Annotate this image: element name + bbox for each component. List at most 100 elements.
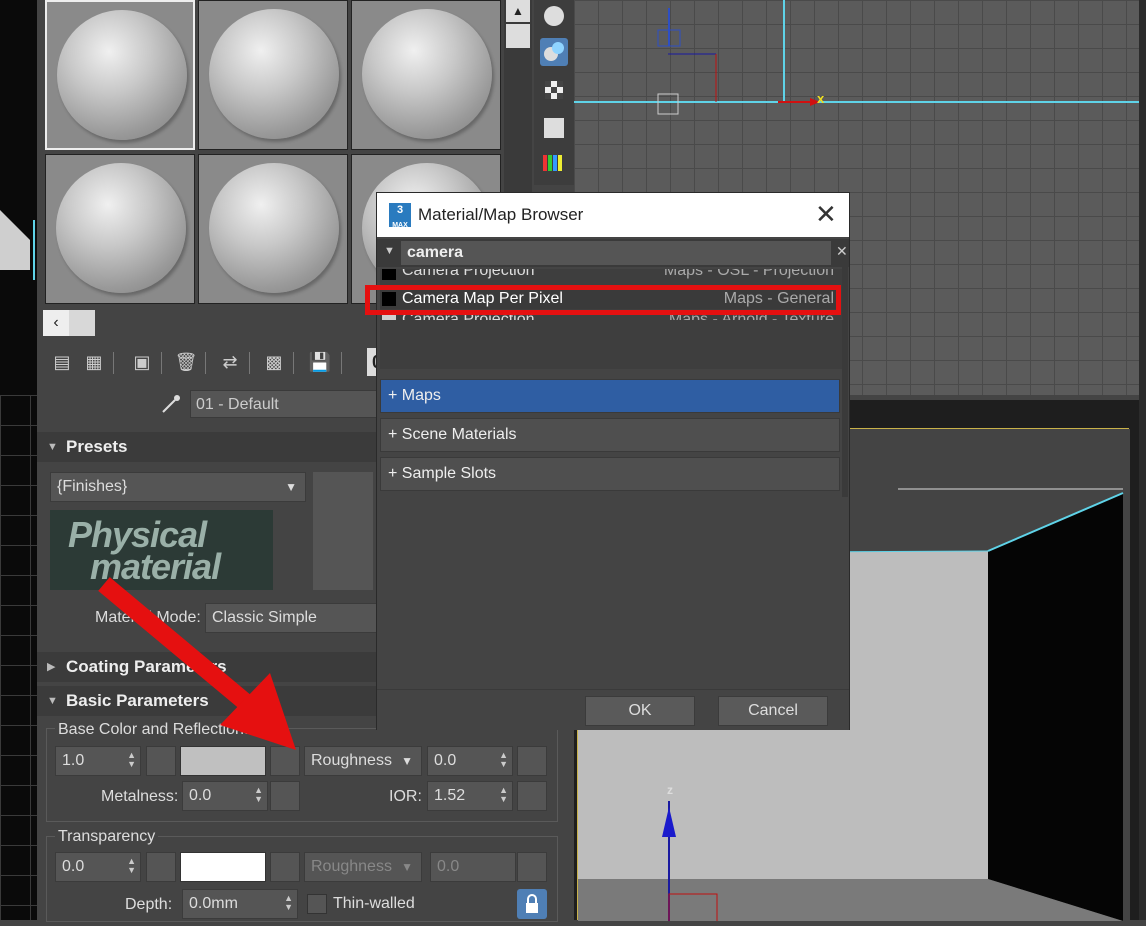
group-label: Transparency (55, 828, 159, 846)
spinner-value: 1.52 (434, 787, 466, 804)
scroll-up-icon[interactable]: ▲ (506, 0, 530, 22)
put-to-scene-icon[interactable]: ▦ (81, 348, 107, 376)
category-sample-slots[interactable]: + Sample Slots (380, 457, 840, 491)
options-dropdown-icon[interactable]: ▼ (384, 245, 395, 257)
spinner-arrows-icon: ▲ ▼ (499, 750, 508, 769)
sample-type-sphere-icon[interactable] (540, 2, 568, 30)
ior-map-button[interactable] (517, 781, 547, 811)
collapse-icon: ▼ (47, 441, 58, 453)
depth-label: Depth: (125, 896, 173, 913)
presets-dropdown[interactable]: {Finishes} ▼ (50, 472, 306, 502)
material-slot-4[interactable] (45, 154, 195, 304)
material-slot-5[interactable] (198, 154, 348, 304)
spinner-arrows-icon: ▲ ▼ (127, 856, 136, 875)
cancel-button[interactable]: Cancel (718, 696, 828, 726)
make-unique-icon[interactable]: ⇄ (217, 348, 243, 376)
search-results-list: Camera Projection Maps - OSL - Projectio… (380, 269, 842, 369)
toolbar-divider (249, 352, 250, 374)
get-material-icon[interactable]: ▤ (49, 348, 75, 376)
base-weight-map-button[interactable] (146, 746, 176, 776)
result-item[interactable]: Camera Projection Maps - OSL - Projectio… (380, 269, 838, 281)
transparency-weight-map-button[interactable] (146, 852, 176, 882)
dialog-footer: OK Cancel (377, 689, 849, 730)
spinner-value: 0.0 (189, 787, 212, 804)
clear-search-icon[interactable]: ✕ (836, 243, 848, 260)
scroll-left-icon[interactable]: ‹ (43, 310, 69, 336)
collapse-icon: ▼ (47, 695, 58, 707)
lock-icon[interactable] (517, 889, 547, 919)
sample-tools (534, 0, 574, 185)
depth-spinner[interactable]: 0.0mm ▲ ▼ (182, 889, 298, 919)
transparency-roughness-map-button[interactable] (517, 852, 547, 882)
transparency-weight-spinner[interactable]: 0.0 ▲ ▼ (55, 852, 141, 882)
ior-label: IOR: (389, 788, 422, 805)
base-color-swatch[interactable] (180, 746, 266, 776)
transparency-roughness-spinner[interactable]: 0.0 (430, 852, 516, 882)
material-mode-label: Material Mode: (95, 609, 201, 626)
result-category: Maps - OSL - Projection (663, 269, 834, 279)
map-swatch (382, 269, 396, 280)
spinner-value: 0.0 (434, 752, 457, 769)
save-material-icon[interactable]: 💾 (307, 348, 333, 376)
category-scene-materials[interactable]: + Scene Materials (380, 418, 840, 452)
eyedropper-icon[interactable] (159, 392, 183, 416)
toolbar-divider (293, 352, 294, 374)
backlight-icon[interactable] (540, 38, 568, 66)
roughness-mode-dropdown[interactable]: Roughness ▼ (304, 746, 422, 776)
material-sphere (209, 9, 339, 139)
preset-preview (313, 472, 373, 590)
physical-material-logo: Physical material (50, 510, 273, 590)
metalness-spinner[interactable]: 0.0 ▲ ▼ (182, 781, 268, 811)
dialog-title: Material/Map Browser (418, 205, 584, 224)
dialog-titlebar[interactable]: 3 MAX Material/Map Browser ✕ (377, 193, 849, 237)
material-slot-2[interactable] (198, 0, 348, 150)
result-name: Camera Projection (402, 269, 535, 279)
delete-icon[interactable]: 🗑 (173, 348, 199, 376)
metalness-map-button[interactable] (270, 781, 300, 811)
close-icon[interactable]: ✕ (815, 201, 837, 227)
highlight-box (365, 285, 841, 315)
toolbar-divider (113, 352, 114, 374)
rollout-title: Basic Parameters (66, 691, 209, 710)
spinner-arrows-icon: ▲ ▼ (499, 785, 508, 804)
material-slot-1[interactable] (45, 0, 195, 150)
toolbar-divider (205, 352, 206, 374)
material-sphere (57, 10, 187, 140)
left-viewport[interactable] (0, 0, 37, 920)
transparency-color-swatch[interactable] (180, 852, 266, 882)
spinner-value: 0.0 (437, 858, 460, 875)
dialog-scrollbar[interactable] (842, 267, 848, 497)
spinner-value: 0.0 (62, 858, 85, 875)
video-color-check-icon[interactable] (540, 150, 568, 178)
search-input[interactable]: camera (401, 241, 831, 265)
category-maps[interactable]: + Maps (380, 379, 840, 413)
viewport-object (0, 210, 35, 280)
toolbar-divider (161, 352, 162, 374)
z-axis-label: z (667, 783, 673, 797)
background-checker-icon[interactable] (540, 76, 568, 104)
transparency-roughness-dropdown[interactable]: Roughness ▼ (304, 852, 422, 882)
material-id-icon[interactable]: ▩ (261, 348, 287, 376)
spinner-value: 0.0mm (189, 895, 238, 912)
base-color-map-button[interactable] (270, 746, 300, 776)
ok-button[interactable]: OK (585, 696, 695, 726)
roughness-map-button[interactable] (517, 746, 547, 776)
material-slot-3[interactable] (351, 0, 501, 150)
rollout-title: Presets (66, 437, 128, 456)
spinner-value: 1.0 (62, 752, 85, 769)
sample-uv-tiling-icon[interactable] (540, 114, 568, 142)
dropdown-value: {Finishes} (57, 478, 128, 495)
roughness-spinner[interactable]: 0.0 ▲ ▼ (427, 746, 513, 776)
material-mode-dropdown[interactable]: Classic Simple (205, 603, 405, 633)
material-sphere (362, 9, 492, 139)
dropdown-value: Roughness (311, 858, 392, 875)
search-row: ▼ camera ✕ (377, 239, 849, 267)
ior-spinner[interactable]: 1.52 ▲ ▼ (427, 781, 513, 811)
base-weight-spinner[interactable]: 1.0 ▲ ▼ (55, 746, 141, 776)
assign-material-icon[interactable]: ▣ (129, 348, 155, 376)
group-label: Base Color and Reflections (55, 721, 255, 739)
transparency-color-map-button[interactable] (270, 852, 300, 882)
expand-icon: ▶ (47, 661, 56, 673)
thin-walled-checkbox[interactable] (307, 894, 327, 914)
scroll-thumb[interactable] (506, 24, 530, 48)
